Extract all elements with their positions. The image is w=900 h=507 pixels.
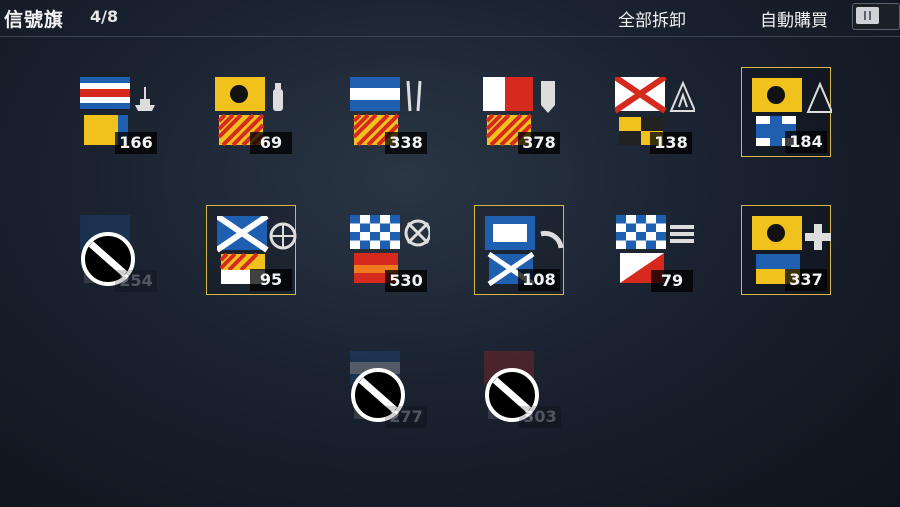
auto-buy-toggle[interactable] xyxy=(852,3,900,30)
flag-slot-7[interactable]: 254 xyxy=(70,205,160,295)
flag-count: 108 xyxy=(518,269,560,291)
top-bar: 信號旗 4/8 全部拆卸 自動購買 xyxy=(0,0,900,37)
flag-count: 378 xyxy=(518,132,560,154)
flag-count: 166 xyxy=(115,132,157,154)
flag-slot-2[interactable]: 69 xyxy=(205,67,295,157)
flag-count: 303 xyxy=(519,406,561,428)
flag-count: 337 xyxy=(785,269,827,291)
auto-buy-label: 自動購買 xyxy=(760,11,828,31)
flag-slot-1[interactable]: 166 xyxy=(70,67,160,157)
flag-count: 530 xyxy=(385,270,427,292)
flag-count: 338 xyxy=(385,132,427,154)
flag-count: 95 xyxy=(250,269,292,291)
equipped-count: 4/8 xyxy=(90,7,119,26)
page-title: 信號旗 xyxy=(4,9,65,31)
flag-count: 79 xyxy=(651,270,693,292)
flag-slot-8[interactable]: 95 xyxy=(206,205,297,295)
toggle-knob xyxy=(856,7,879,24)
flag-slot-12[interactable]: 337 xyxy=(741,205,831,295)
flag-count: 69 xyxy=(250,132,292,154)
flag-slot-13[interactable]: 277 xyxy=(340,341,430,431)
flag-count: 254 xyxy=(115,270,157,292)
flag-count: 138 xyxy=(650,132,692,154)
flag-count: 184 xyxy=(785,131,827,153)
flag-slot-6[interactable]: 184 xyxy=(741,67,832,157)
flag-slot-4[interactable]: 378 xyxy=(473,67,563,157)
flag-slot-11[interactable]: 79 xyxy=(606,205,696,295)
unmount-all-button[interactable]: 全部拆卸 xyxy=(618,6,686,31)
flag-slot-5[interactable]: 138 xyxy=(605,67,695,157)
flag-count: 277 xyxy=(385,406,427,428)
flag-slot-14[interactable]: 303 xyxy=(474,341,564,431)
flag-slot-3[interactable]: 338 xyxy=(340,67,430,157)
flag-slot-9[interactable]: 530 xyxy=(340,205,430,295)
flag-slot-10[interactable]: 108 xyxy=(474,205,564,295)
